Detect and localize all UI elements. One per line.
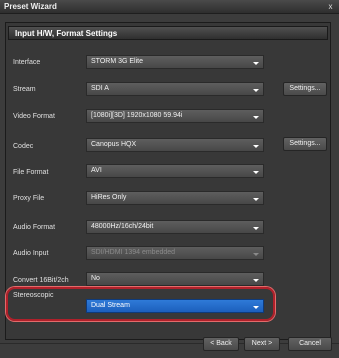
proxy-file-select[interactable]: HiRes Only (86, 191, 264, 205)
section-title: Input H/W, Format Settings (15, 29, 118, 38)
proxy-file-value: HiRes Only (91, 194, 127, 201)
stereoscopic-label: Stereoscopic (13, 292, 54, 299)
chevron-down-icon (253, 62, 259, 65)
interface-value: STORM 3G Elite (91, 58, 143, 65)
chevron-down-icon (253, 227, 259, 230)
cancel-button[interactable]: Cancel (288, 337, 332, 351)
chevron-down-icon (253, 306, 259, 309)
file-format-select[interactable]: AVI (86, 164, 264, 178)
chevron-down-icon (253, 171, 259, 174)
title-bar: Preset Wizard x (0, 0, 339, 14)
video-format-select[interactable]: [1080i][3D] 1920x1080 59.94i (86, 109, 264, 123)
codec-select[interactable]: Canopus HQX (86, 138, 264, 152)
chevron-down-icon (253, 279, 259, 282)
stream-select[interactable]: SDI A (86, 82, 264, 96)
interface-select[interactable]: STORM 3G Elite (86, 55, 264, 69)
stereoscopic-select[interactable]: Dual Stream (86, 299, 264, 313)
codec-label: Codec (13, 143, 34, 150)
file-format-value: AVI (91, 167, 102, 174)
chevron-down-icon (253, 198, 259, 201)
audio-format-label: Audio Format (13, 224, 56, 231)
stream-label: Stream (13, 86, 36, 93)
back-button[interactable]: < Back (203, 337, 239, 351)
audio-input-select: SDI/HDMI 1394 embedded (86, 246, 264, 260)
proxy-file-label: Proxy File (13, 195, 45, 202)
video-format-label: Video Format (13, 113, 55, 120)
audio-format-select[interactable]: 48000Hz/16ch/24bit (86, 220, 264, 234)
next-button[interactable]: Next > (244, 337, 280, 351)
chevron-down-icon (253, 89, 259, 92)
chevron-down-icon (253, 145, 259, 148)
chevron-down-icon (253, 116, 259, 119)
chevron-down-icon (253, 253, 259, 256)
stream-settings-button[interactable]: Settings... (283, 82, 327, 96)
window-title: Preset Wizard (4, 2, 57, 11)
convert-select[interactable]: No (86, 272, 264, 286)
interface-label: Interface (13, 59, 41, 66)
stream-value: SDI A (91, 85, 109, 92)
close-icon[interactable]: x (325, 1, 336, 12)
stereoscopic-value: Dual Stream (91, 302, 130, 309)
file-format-label: File Format (13, 169, 49, 176)
convert-value: No (91, 275, 100, 282)
video-format-value: [1080i][3D] 1920x1080 59.94i (91, 112, 183, 119)
audio-format-value: 48000Hz/16ch/24bit (91, 223, 154, 230)
audio-input-label: Audio Input (13, 250, 49, 257)
audio-input-value: SDI/HDMI 1394 embedded (91, 249, 176, 256)
codec-value: Canopus HQX (91, 141, 137, 148)
codec-settings-button[interactable]: Settings... (283, 137, 327, 151)
convert-label: Convert 16Bit/2ch (13, 277, 69, 284)
section-header: Input H/W, Format Settings (8, 26, 328, 40)
